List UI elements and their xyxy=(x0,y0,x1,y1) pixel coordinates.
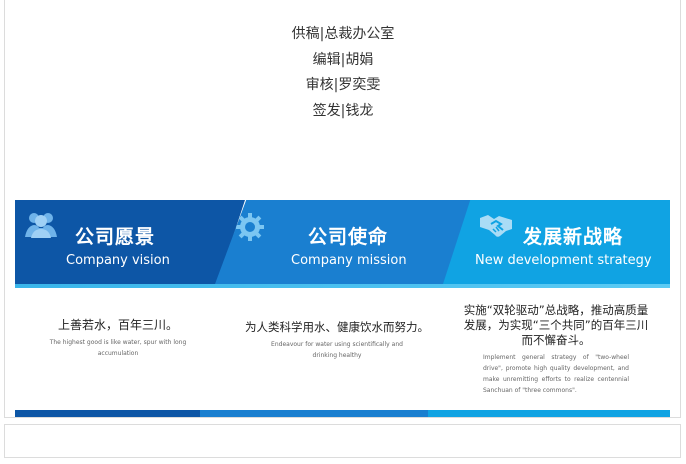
company-values-banner: 公司愿景 Company vision 公司使命 Company mission xyxy=(15,200,670,418)
mission-subtitle: Company mission xyxy=(291,253,407,268)
handshake-icon xyxy=(480,215,512,237)
bottom-bar-mission xyxy=(200,410,428,417)
footer-frame xyxy=(4,424,681,458)
vision-text-block: 上善若水，百年三川。 The highest good is like wate… xyxy=(43,318,193,359)
strategy-cn-text: 实施“双轮驱动”总战略，推动高质量发展，为实现“三个共同”的百年三川而不懈奋斗。 xyxy=(463,303,649,347)
credit-reviewer: 审核|罗奕雯 xyxy=(305,77,381,93)
accent-strip xyxy=(15,284,670,288)
vision-cn-text: 上善若水，百年三川。 xyxy=(57,318,178,332)
strategy-en-text: Implement general strategy of "two-wheel… xyxy=(483,354,629,394)
people-group-icon xyxy=(25,213,57,238)
credit-issuer: 签发|钱龙 xyxy=(312,102,374,119)
bottom-bar-vision xyxy=(15,410,200,417)
mission-text-block: 为人类科学用水、健康饮水而努力。 Endeavour for water usi… xyxy=(237,320,437,361)
vision-title: 公司愿景 xyxy=(75,226,156,248)
vision-subtitle: Company vision xyxy=(66,253,170,268)
mission-cn-text: 为人类科学用水、健康饮水而努力。 xyxy=(245,320,429,334)
credit-editor: 编辑|胡娟 xyxy=(312,51,374,68)
credits-block: 供稿|总裁办公室 编辑|胡娟 审核|罗奕雯 签发|钱龙 xyxy=(0,22,686,124)
mission-title: 公司使命 xyxy=(308,226,389,248)
vision-panel: 公司愿景 Company vision xyxy=(15,200,245,284)
strategy-panel: 发展新战略 New development strategy xyxy=(443,200,670,284)
mission-panel: 公司使命 Company mission xyxy=(215,200,475,284)
strategy-text-block: 实施“双轮驱动”总战略，推动高质量发展，为实现“三个共同”的百年三川而不懈奋斗。… xyxy=(461,303,651,396)
credit-contributor: 供稿|总裁办公室 xyxy=(291,26,395,42)
strategy-subtitle: New development strategy xyxy=(475,253,652,268)
mission-en-text: Endeavour for water using scientifically… xyxy=(271,341,403,359)
strategy-title: 发展新战略 xyxy=(523,226,624,248)
bottom-bar-strategy xyxy=(428,410,670,417)
vision-en-text: The highest good is like water, spur wit… xyxy=(49,339,187,357)
